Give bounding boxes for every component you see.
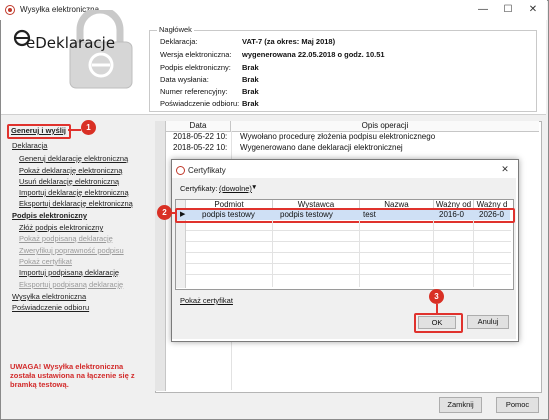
cert-grid-line [186,230,511,231]
sidebar-item-declaration[interactable]: Deklaracja [12,141,47,150]
test-gateway-warning: UWAGA! Wysyłka elektroniczna została ust… [10,362,135,389]
sidebar-item-generate-send[interactable]: Generuj i wyślij [11,126,66,135]
cert-grid-line [473,220,474,287]
close-icon[interactable]: ✕ [521,2,545,18]
header-label: Podpis elektroniczny: [160,63,231,72]
cert-grid-line [433,220,434,287]
sidebar-item-show-cert: Pokaż certyfikat [19,257,72,266]
sidebar-item-verify-signature: Zweryfikuj poprawność podpisu [19,246,124,255]
sidebar-item-generate-edecl[interactable]: Generuj deklarację elektroniczną [19,154,128,163]
cert-filter-dropdown[interactable]: (dowolne) [219,184,252,193]
sidebar-item-show-signed: Pokaż podpisaną deklarację [19,234,113,243]
log-date: 2018-05-22 10: [173,132,228,141]
cert-row-highlight [175,208,515,223]
sidebar-item-sign[interactable]: Złóż podpis elektroniczny [19,223,103,232]
header-legend: Nagłówek [157,25,194,34]
header-label: Wersja elektroniczna: [160,50,232,59]
sidebar-item-delete-edecl[interactable]: Usuń deklarację elektroniczną [19,177,119,186]
header-value: Brak [242,87,259,96]
log-description: Wygenerowano dane deklaracji elektronicz… [240,143,403,152]
cert-grid-line [272,220,273,287]
show-certificate-link[interactable]: Pokaż certyfikat [180,296,233,305]
header-value: Brak [242,99,259,108]
grid-row-gutter [155,121,166,391]
logo-text: eDeklaracje [26,34,116,52]
sidebar-item-receipt[interactable]: Poświadczenie odbioru [12,303,89,312]
step-badge-1: 1 [81,120,96,135]
cert-grid-line [186,263,511,264]
sidebar-item-show-edecl[interactable]: Pokaż deklarację elektroniczną [19,166,122,175]
header-value: Brak [242,75,259,84]
header-value: Brak [242,63,259,72]
help-button[interactable]: Pomoc [496,397,539,413]
log-description: Wywołano procedurę złożenia podpisu elek… [240,132,436,141]
header-value: wygenerowana 22.05.2018 o godz. 10.51 [242,50,385,59]
header-label: Numer referencyjny: [160,87,228,96]
header-label: Deklaracja: [160,37,198,46]
sidebar-item-import-signed[interactable]: Importuj podpisaną deklarację [19,268,119,277]
dialog-title: Certyfikaty [188,166,226,175]
cert-filter-label: Certyfikaty: [180,184,218,193]
sidebar-item-signature[interactable]: Podpis elektroniczny [12,211,87,220]
column-header-date[interactable]: Data [166,121,231,132]
cancel-button[interactable]: Anuluj [467,315,509,329]
close-button[interactable]: Zamknij [439,397,482,413]
minimize-icon[interactable]: — [471,2,495,18]
header-label: Data wysłania: [160,75,209,84]
cert-grid-line [359,220,360,287]
header-label: Poświadczenie odbioru: [160,99,240,108]
ok-button[interactable]: OK [418,316,456,329]
cert-grid-line [186,241,511,242]
sidebar-item-export-signed: Eksportuj podpisaną deklarację [19,280,124,289]
sidebar-item-import-edecl[interactable]: Importuj deklarację elektroniczną [19,188,129,197]
chevron-down-icon[interactable]: ▼ [251,184,257,191]
cert-grid-line [186,274,511,275]
step-badge-3: 3 [429,289,444,304]
log-date: 2018-05-22 10: [173,143,228,152]
dialog-app-icon [176,166,185,175]
sidebar-item-export-edecl[interactable]: Eksportuj deklarację elektroniczną [19,199,133,208]
callout-line [68,129,81,131]
step-badge-2: 2 [157,205,172,220]
sidebar-item-send[interactable]: Wysyłka elektroniczna [12,292,86,301]
maximize-icon[interactable]: ☐ [496,2,520,18]
dialog-close-icon[interactable]: ✕ [496,161,514,177]
callout-line [436,304,438,313]
header-value: VAT-7 (za okres: Maj 2018) [242,37,336,46]
cert-grid-line [186,252,511,253]
column-header-description[interactable]: Opis operacji [231,121,539,132]
